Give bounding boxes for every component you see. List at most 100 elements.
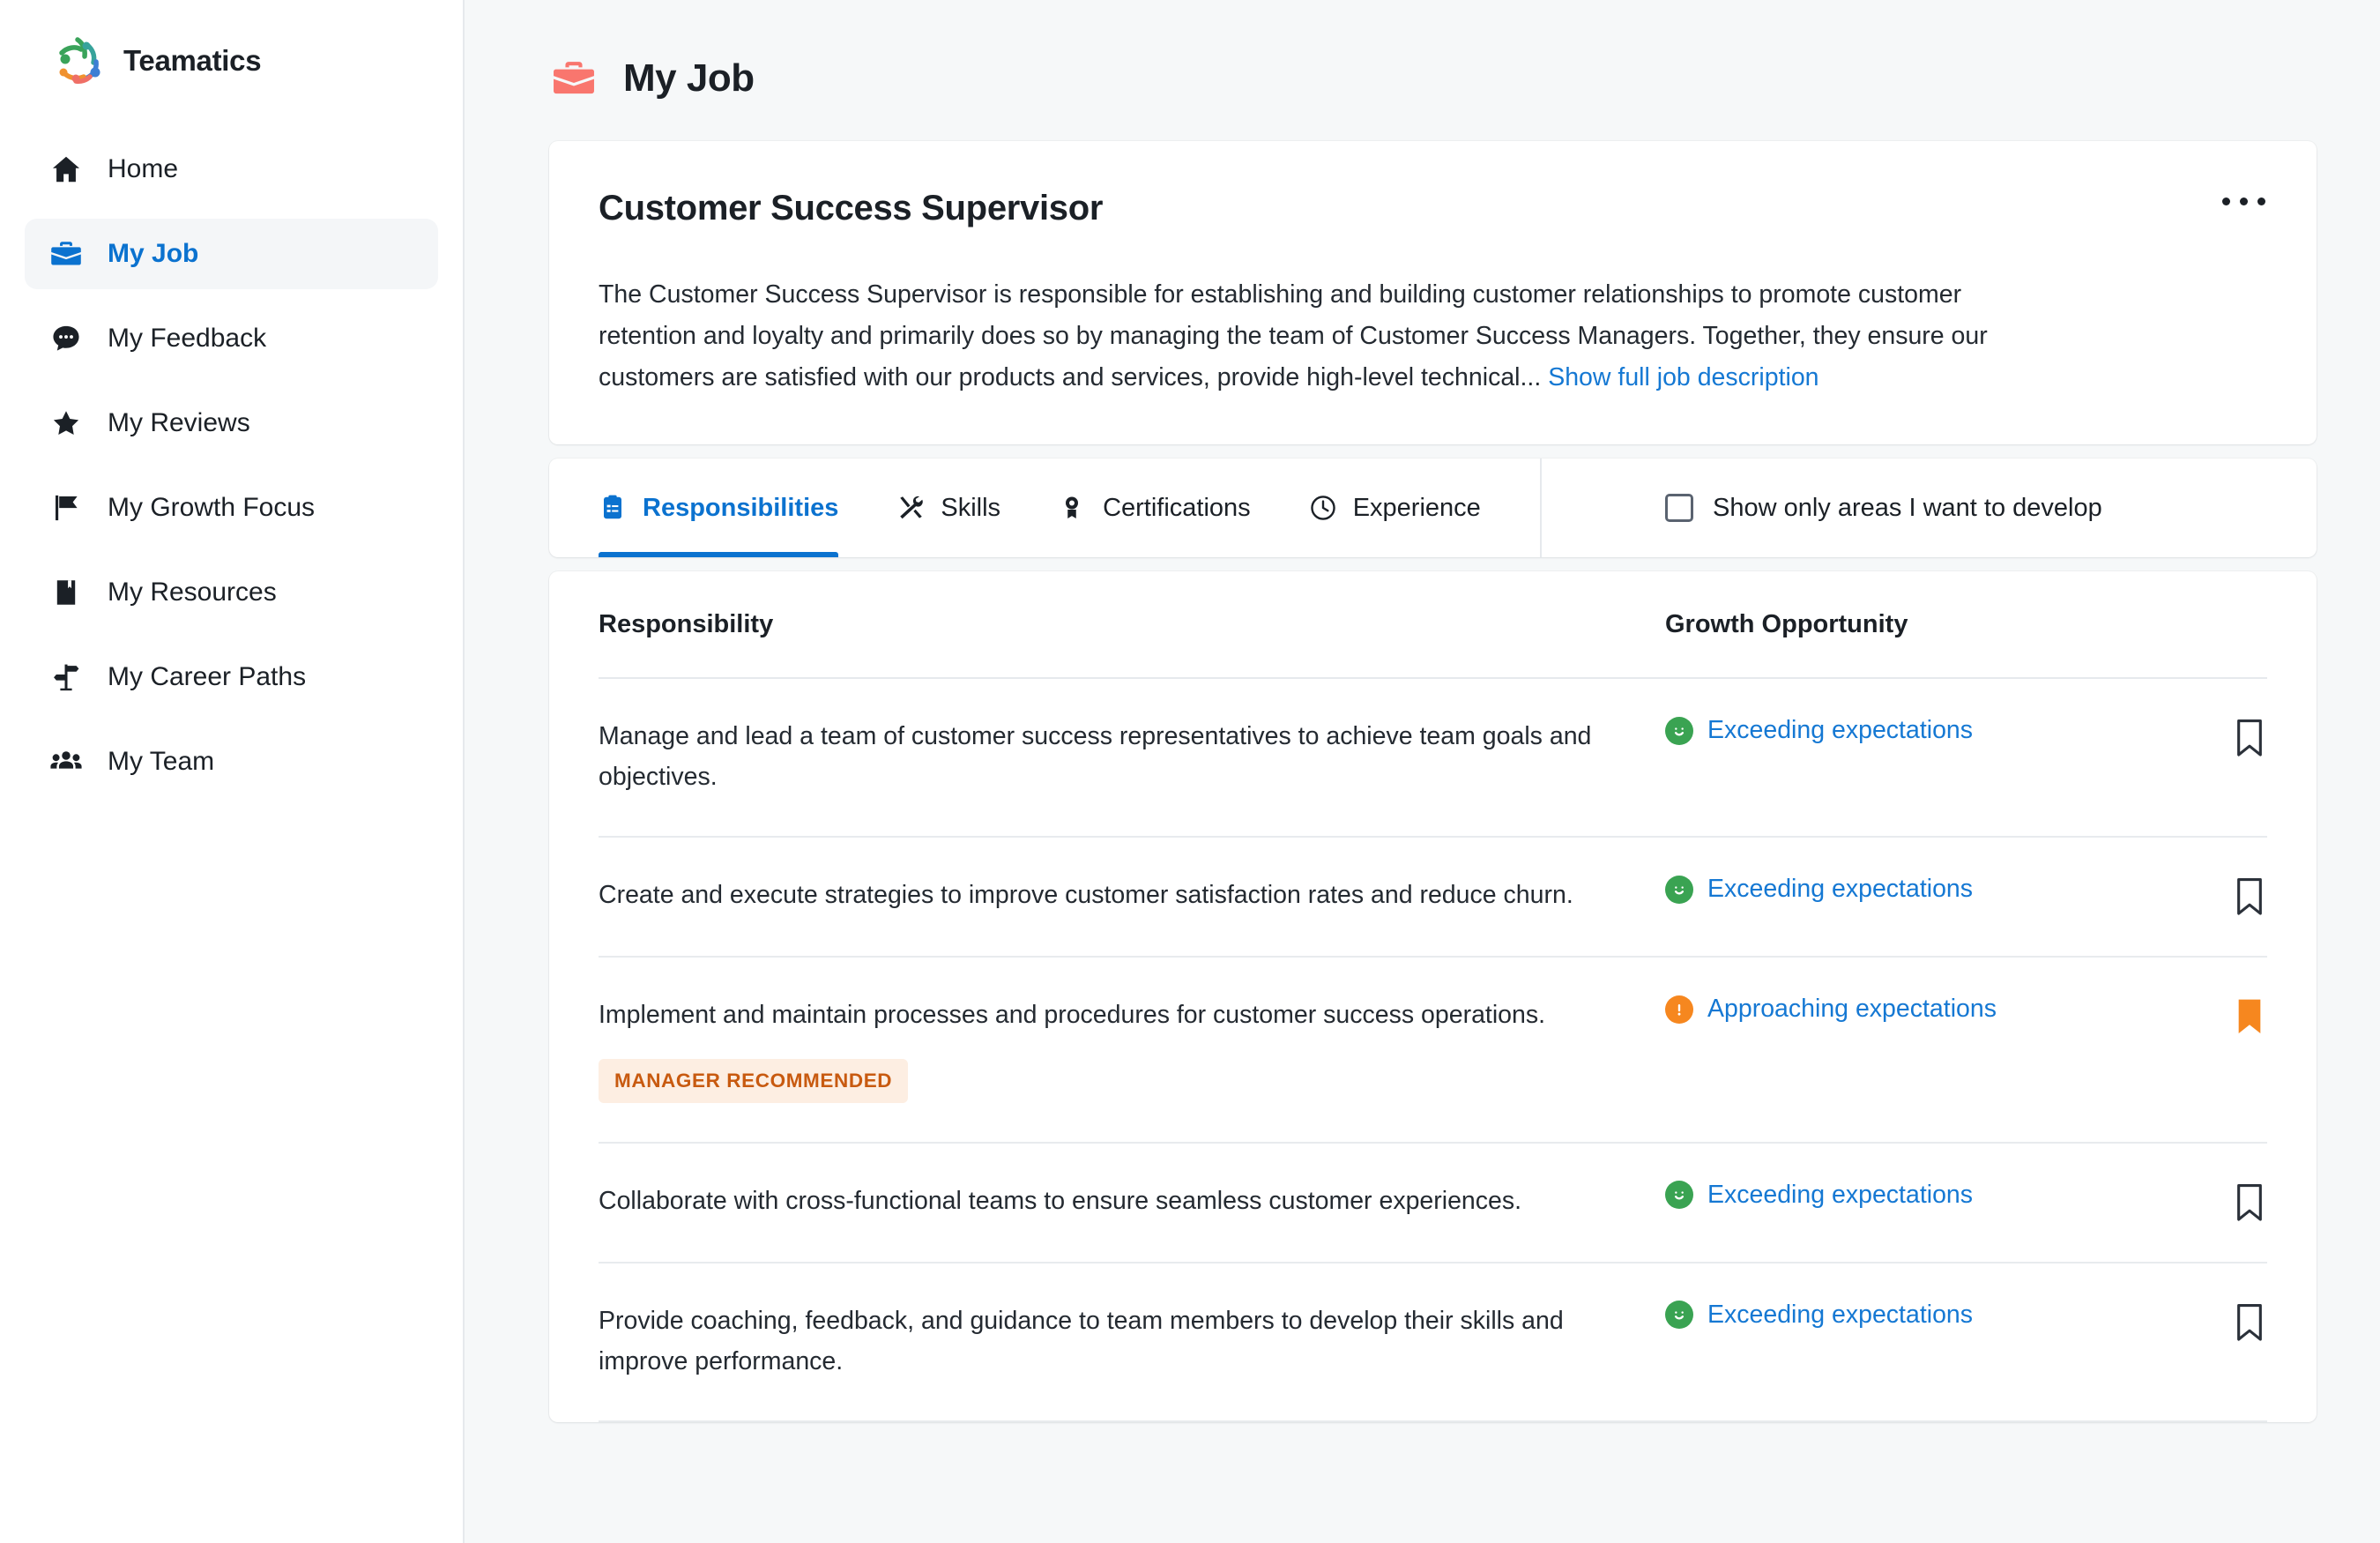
bookmark-outline-icon[interactable]	[2232, 876, 2267, 917]
bookmark-cell	[2186, 875, 2267, 917]
growth-status[interactable]: Exceeding expectations	[1665, 1301, 1973, 1330]
brand[interactable]: Teamatics	[0, 23, 463, 88]
tab-label: Experience	[1352, 493, 1481, 522]
tab-experience[interactable]: Experience	[1309, 458, 1509, 557]
sidebar-item-home[interactable]: Home	[25, 134, 438, 205]
growth-status-label: Exceeding expectations	[1707, 875, 1974, 904]
responsibility-text: Create and execute strategies to improve…	[599, 881, 1573, 910]
sidebar-item-label: Home	[108, 154, 179, 183]
people-group-icon	[48, 743, 85, 780]
bookmark-filled-icon[interactable]	[2232, 996, 2267, 1037]
responsibility-text: Implement and maintain processes and pro…	[599, 1001, 1546, 1030]
clipboard-list-icon	[599, 493, 628, 523]
book-icon	[48, 574, 85, 611]
column-header-growth-opportunity: Growth Opportunity	[1665, 609, 1908, 638]
table-row[interactable]: Collaborate with cross-functional teams …	[599, 1144, 2267, 1263]
clock-icon	[1309, 493, 1339, 523]
chat-bubble-icon	[48, 320, 85, 357]
tab-list: Responsibilities Skills Certifications E…	[549, 458, 1540, 558]
flag-icon	[48, 489, 85, 526]
sidebar-item-label: My Reviews	[108, 408, 250, 437]
growth-cell: Exceeding expectations	[1665, 716, 2186, 745]
sidebar-item-label: My Team	[108, 747, 215, 776]
responsibility-cell: Manage and lead a team of customer succe…	[599, 716, 1665, 797]
responsibility-cell: Provide coaching, feedback, and guidance…	[599, 1301, 1665, 1382]
show-only-develop-checkbox[interactable]: Show only areas I want to develop	[1665, 494, 2102, 523]
tab-responsibilities[interactable]: Responsibilities	[599, 458, 866, 558]
responsibility-cell: Collaborate with cross-functional teams …	[599, 1181, 1665, 1221]
sidebar-item-label: My Resources	[108, 578, 277, 607]
bookmark-outline-icon[interactable]	[2232, 1302, 2267, 1343]
sidebar-item-label: My Job	[108, 239, 199, 268]
growth-status-label: Exceeding expectations	[1707, 1300, 1974, 1329]
growth-cell: Exceeding expectations	[1665, 1181, 2186, 1210]
smiley-face-icon	[1665, 716, 1693, 745]
sidebar-item-my-growth-focus[interactable]: My Growth Focus	[25, 473, 438, 543]
tab-label: Certifications	[1103, 493, 1251, 522]
responsibility-text: Provide coaching, feedback, and guidance…	[599, 1306, 1564, 1375]
responsibilities-table: Responsibility Growth Opportunity Manage…	[549, 571, 2317, 1422]
growth-status[interactable]: Exceeding expectations	[1665, 716, 1973, 745]
responsibility-text: Manage and lead a team of customer succe…	[599, 722, 1592, 792]
more-horizontal-icon[interactable]	[2217, 183, 2271, 219]
briefcase-icon	[549, 56, 599, 101]
tabs-card: Responsibilities Skills Certifications E…	[549, 458, 2317, 558]
growth-status[interactable]: Approaching expectations	[1665, 995, 1997, 1024]
main-content: My Job Customer Success Supervisor The C…	[465, 0, 2380, 1543]
growth-status-label: Exceeding expectations	[1707, 716, 1974, 745]
dot	[2257, 197, 2265, 205]
teamatics-logo-icon	[51, 35, 106, 86]
sidebar-item-my-resources[interactable]: My Resources	[25, 557, 438, 628]
sidebar-item-my-feedback[interactable]: My Feedback	[25, 303, 438, 374]
tools-icon	[896, 493, 926, 523]
sidebar-nav: Home My Job My Feedback My Reviews My Gr…	[0, 134, 463, 797]
bookmark-cell	[2186, 716, 2267, 758]
bookmark-cell	[2186, 1181, 2267, 1223]
sidebar-item-my-team[interactable]: My Team	[25, 727, 438, 797]
bookmark-cell	[2186, 995, 2267, 1037]
column-header-bookmark	[2186, 623, 2267, 625]
medal-icon	[1059, 493, 1089, 523]
app-root: Teamatics Home My Job My Feedback My Rev…	[0, 0, 2380, 1543]
growth-status-label: Approaching expectations	[1707, 995, 1997, 1024]
responsibility-text: Collaborate with cross-functional teams …	[599, 1186, 1522, 1215]
job-description: The Customer Success Supervisor is respo…	[599, 274, 2057, 399]
table-row[interactable]: Implement and maintain processes and pro…	[599, 958, 2267, 1144]
checkbox-label: Show only areas I want to develop	[1713, 493, 2102, 522]
sidebar-item-my-career-paths[interactable]: My Career Paths	[25, 642, 438, 712]
sidebar-item-my-reviews[interactable]: My Reviews	[25, 388, 438, 458]
sidebar-item-label: My Growth Focus	[108, 493, 316, 522]
growth-status[interactable]: Exceeding expectations	[1665, 875, 1973, 904]
table-row[interactable]: Provide coaching, feedback, and guidance…	[599, 1263, 2267, 1422]
signpost-icon	[48, 659, 85, 696]
tab-skills[interactable]: Skills	[896, 458, 1029, 557]
sidebar-item-label: My Career Paths	[108, 662, 307, 691]
job-description-card: Customer Success Supervisor The Customer…	[549, 141, 2317, 445]
bookmark-outline-icon[interactable]	[2232, 1182, 2267, 1223]
growth-cell: Approaching expectations	[1665, 995, 2186, 1024]
checkbox-box-icon[interactable]	[1665, 494, 1693, 523]
table-row[interactable]: Manage and lead a team of customer succe…	[599, 679, 2267, 839]
tab-label: Responsibilities	[643, 493, 839, 522]
brand-name: Teamatics	[123, 44, 262, 77]
table-header-row: Responsibility Growth Opportunity	[599, 571, 2267, 680]
table-row[interactable]: Create and execute strategies to improve…	[599, 838, 2267, 958]
manager-recommended-badge: MANAGER RECOMMENDED	[599, 1058, 909, 1103]
briefcase-icon	[48, 235, 85, 272]
tab-certifications[interactable]: Certifications	[1059, 458, 1279, 557]
smiley-face-icon	[1665, 1181, 1693, 1210]
star-icon	[48, 405, 85, 442]
bookmark-cell	[2186, 1301, 2267, 1343]
growth-status[interactable]: Exceeding expectations	[1665, 1181, 1973, 1210]
filter-section: Show only areas I want to develop	[1540, 458, 2317, 558]
dot	[2222, 197, 2230, 205]
sidebar-item-my-job[interactable]: My Job	[25, 219, 438, 289]
exclamation-circle-icon	[1665, 995, 1693, 1024]
bookmark-outline-icon[interactable]	[2232, 718, 2267, 758]
growth-cell: Exceeding expectations	[1665, 875, 2186, 904]
page-title: My Job	[623, 56, 755, 100]
sidebar-item-label: My Feedback	[108, 324, 267, 353]
sidebar: Teamatics Home My Job My Feedback My Rev…	[0, 0, 465, 1543]
home-icon	[48, 151, 85, 188]
show-full-job-description-link[interactable]: Show full job description	[1548, 363, 1818, 391]
